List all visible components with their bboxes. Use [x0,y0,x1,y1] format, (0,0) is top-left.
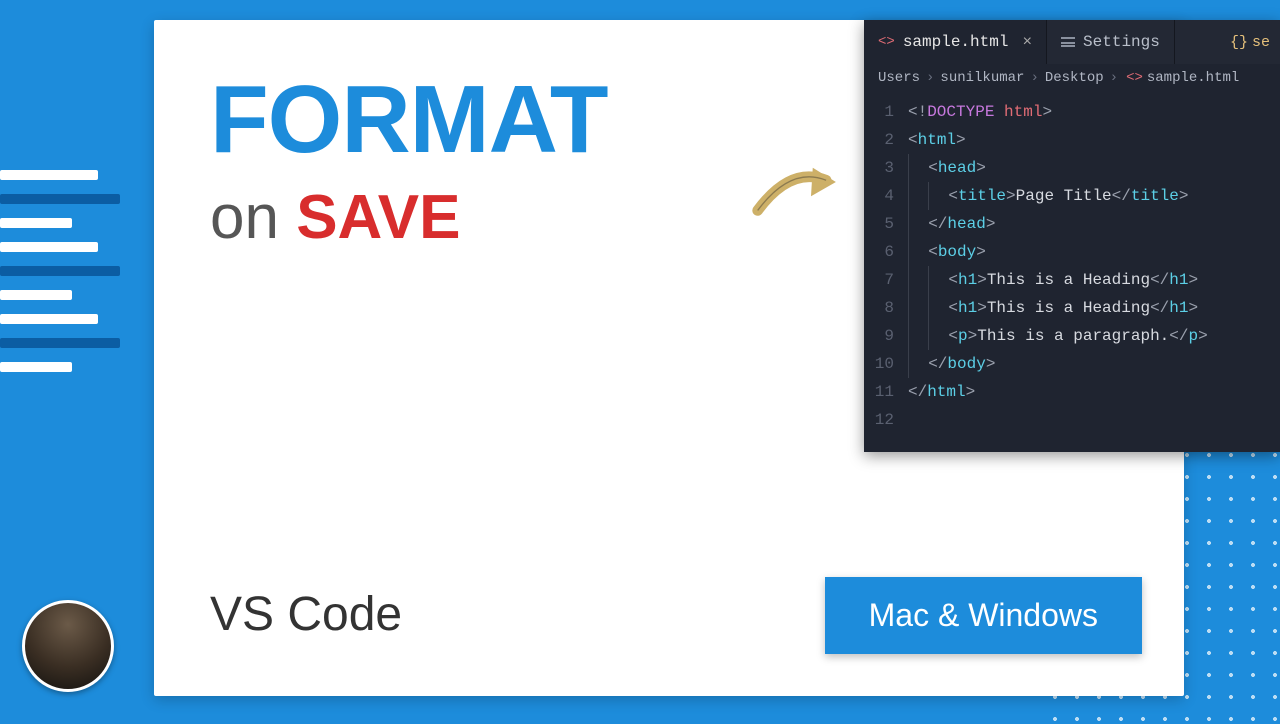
arrow-icon [750,150,840,230]
avatar [22,600,114,692]
tab-label: sample.html [903,33,1009,51]
json-file-icon: {} [1230,34,1248,51]
line-number-gutter: 123456789101112 [864,98,908,434]
product-label: VS Code [210,587,402,642]
tab-sample-html[interactable]: <> sample.html × [864,20,1047,64]
overflow-label: se [1252,34,1270,51]
code-content[interactable]: <!DOCTYPE html><html> <head> <title>Page… [908,98,1280,434]
breadcrumb-segment[interactable]: sunilkumar [940,70,1024,86]
code-editor: <> sample.html × Settings {} se Users›su… [864,20,1280,452]
platform-badge: Mac & Windows [825,577,1142,654]
tab-settings[interactable]: Settings [1047,20,1175,64]
tab-overflow: {} se [1230,20,1280,64]
breadcrumb-segment[interactable]: Desktop [1045,70,1104,86]
close-icon[interactable]: × [1022,33,1032,51]
tab-label: Settings [1083,33,1160,51]
html-file-icon: <> [1126,70,1143,86]
tab-bar: <> sample.html × Settings {} se [864,20,1280,64]
html-file-icon: <> [878,34,895,50]
breadcrumb-segment[interactable]: Users [878,70,920,86]
headline-word-save: SAVE [296,183,460,252]
breadcrumb[interactable]: Users›sunilkumar›Desktop›<>sample.html [864,64,1280,92]
headline-word-on: on [210,183,279,252]
code-area[interactable]: 123456789101112 <!DOCTYPE html><html> <h… [864,92,1280,452]
settings-icon [1061,37,1075,47]
decorative-bars [0,170,140,386]
breadcrumb-segment[interactable]: sample.html [1147,70,1239,86]
